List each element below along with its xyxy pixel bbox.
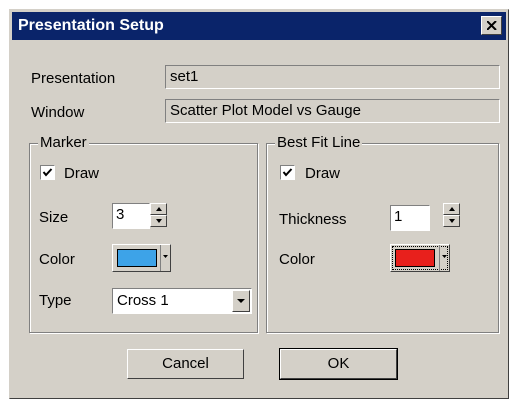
marker-size-label: Size (39, 209, 69, 226)
close-button[interactable] (481, 16, 502, 35)
thickness-up-button[interactable] (443, 203, 460, 215)
best-fit-color-dropdown[interactable] (439, 245, 449, 271)
best-fit-line-group: Best Fit Line (266, 134, 499, 333)
best-fit-draw-checkbox[interactable] (280, 165, 295, 180)
arrow-up-icon (449, 207, 455, 211)
presentation-field: set1 (165, 65, 500, 89)
marker-color-label: Color (39, 251, 75, 268)
chevron-down-icon (163, 255, 168, 258)
marker-size-down-button[interactable] (150, 215, 167, 227)
cancel-button[interactable]: Cancel (127, 349, 244, 379)
close-icon (487, 21, 497, 30)
marker-type-select[interactable]: Cross 1 (112, 288, 252, 314)
presentation-setup-dialog: Presentation Setup Presentation set1 Win… (9, 9, 509, 399)
marker-color-picker[interactable] (112, 244, 171, 272)
best-fit-color-label: Color (279, 251, 315, 268)
chevron-down-icon (442, 255, 447, 258)
thickness-spinner (443, 203, 460, 227)
marker-type-value: Cross 1 (117, 292, 169, 309)
window-field: Scatter Plot Model vs Gauge (165, 99, 500, 123)
checkmark-icon (282, 168, 293, 177)
marker-color-dropdown[interactable] (160, 245, 170, 271)
thickness-input[interactable]: 1 (390, 205, 430, 231)
marker-type-dropdown-button[interactable] (232, 290, 250, 312)
best-fit-draw-label: Draw (305, 165, 341, 182)
marker-size-value: 3 (116, 206, 125, 223)
thickness-down-button[interactable] (443, 215, 460, 227)
dialog-title: Presentation Setup (18, 17, 164, 34)
best-fit-color-picker[interactable] (390, 244, 450, 272)
arrow-up-icon (156, 207, 162, 211)
arrow-down-icon (156, 219, 162, 223)
marker-legend: Marker (38, 134, 89, 151)
title-bar[interactable]: Presentation Setup (12, 12, 506, 40)
arrow-down-icon (449, 219, 455, 223)
marker-draw-checkbox[interactable] (40, 165, 55, 180)
marker-type-label: Type (39, 292, 72, 309)
marker-draw-label: Draw (64, 165, 100, 182)
thickness-label: Thickness (279, 211, 347, 228)
presentation-label: Presentation (31, 70, 116, 87)
best-fit-line-legend: Best Fit Line (275, 134, 363, 151)
best-fit-color-swatch (395, 249, 435, 267)
ok-button[interactable]: OK (279, 348, 398, 380)
window-value: Scatter Plot Model vs Gauge (170, 102, 361, 119)
thickness-value: 1 (394, 208, 403, 225)
window-label: Window (31, 104, 85, 121)
chevron-down-icon (237, 299, 245, 303)
presentation-value: set1 (170, 68, 199, 85)
marker-size-spinner (150, 203, 167, 227)
marker-size-up-button[interactable] (150, 203, 167, 215)
marker-size-input[interactable]: 3 (112, 203, 150, 229)
marker-color-swatch (117, 249, 157, 267)
checkmark-icon (42, 168, 53, 177)
